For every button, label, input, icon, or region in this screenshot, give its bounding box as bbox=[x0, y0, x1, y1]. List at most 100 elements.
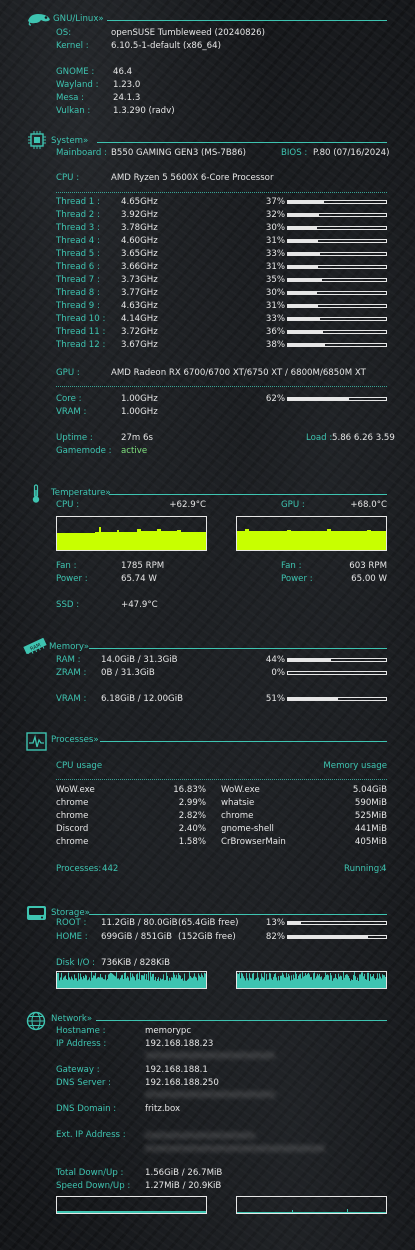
disk-io-activity bbox=[126, 978, 127, 988]
thread-label: Thread 8 : bbox=[56, 288, 100, 298]
disk-io-activity bbox=[241, 972, 242, 988]
thread-bar bbox=[287, 252, 387, 256]
disk-io-activity bbox=[376, 978, 377, 988]
disk-io-activity bbox=[63, 977, 64, 988]
disk-io-activity bbox=[316, 976, 317, 988]
disk-io-activity bbox=[170, 980, 171, 988]
disk-io-label: Disk I/O : bbox=[56, 958, 96, 968]
disk-io-activity bbox=[301, 978, 302, 988]
disk-io-activity bbox=[358, 980, 359, 988]
thread-bar bbox=[287, 291, 387, 295]
disk-io-activity bbox=[101, 977, 102, 988]
thread-percent: 33% bbox=[265, 249, 285, 259]
disk-io-activity bbox=[277, 980, 278, 988]
disk-io-activity bbox=[290, 980, 291, 988]
cpu-usage-header: CPU usage bbox=[56, 761, 103, 771]
disk-io-activity bbox=[115, 976, 116, 988]
thread-bar bbox=[287, 317, 387, 321]
ram-bar bbox=[287, 658, 387, 662]
root-value: 11.2GiB / 80.0GiB bbox=[101, 918, 178, 928]
disk-io-activity bbox=[174, 974, 175, 988]
disk-io-activity bbox=[267, 979, 268, 988]
mesa-label: Mesa : bbox=[56, 93, 85, 103]
disk-io-activity bbox=[340, 975, 341, 988]
vulkan-value: 1.3.290 (radv) bbox=[113, 106, 175, 116]
disk-io-activity bbox=[153, 973, 154, 988]
disk-io-activity bbox=[370, 973, 371, 988]
disk-io-activity bbox=[151, 976, 152, 988]
disk-io-activity bbox=[176, 974, 177, 988]
ext-ip-label: Ext. IP Address : bbox=[56, 1130, 126, 1140]
wayland-value: 1.23.0 bbox=[113, 80, 141, 90]
vram-bar bbox=[287, 697, 387, 701]
disk-io-activity bbox=[117, 978, 118, 988]
disk-io-activity bbox=[76, 978, 77, 988]
disk-io-activity bbox=[205, 973, 206, 988]
disk-io-activity bbox=[249, 973, 250, 988]
disk-io-activity bbox=[99, 977, 100, 988]
disk-io-activity bbox=[344, 977, 345, 988]
disk-io-activity bbox=[182, 978, 183, 988]
home-percent: 82% bbox=[265, 932, 285, 942]
disk-io-activity bbox=[245, 980, 246, 988]
disk-io-activity bbox=[349, 978, 350, 988]
disk-io-activity bbox=[322, 979, 323, 988]
disk-io-activity bbox=[289, 975, 290, 988]
disk-io-activity bbox=[143, 975, 144, 988]
thread-bar-fill bbox=[288, 266, 319, 268]
gateway-value: 192.168.188.1 bbox=[145, 1065, 208, 1075]
thread-percent: 38% bbox=[265, 340, 285, 350]
disk-io-activity bbox=[375, 979, 376, 988]
disk-io-activity bbox=[359, 974, 360, 988]
thread-bar-fill bbox=[288, 201, 325, 203]
disk-io-activity bbox=[270, 973, 271, 988]
disk-io-activity bbox=[379, 973, 380, 988]
gnu-section-title: GNU/Linux» bbox=[53, 14, 104, 24]
thread-label: Thread 11 : bbox=[56, 327, 106, 337]
disk-io-activity bbox=[169, 977, 170, 988]
disk-io-activity bbox=[94, 975, 95, 988]
disk-io-activity bbox=[122, 974, 123, 988]
disk-io-activity bbox=[320, 977, 321, 988]
disk-io-activity bbox=[200, 976, 201, 988]
os-value: openSUSE Tumbleweed (20240826) bbox=[111, 28, 265, 38]
gpu-temp-label: GPU : bbox=[281, 500, 305, 510]
disk-io-activity bbox=[247, 978, 248, 988]
storage-divider bbox=[89, 914, 387, 915]
disk-io-activity bbox=[238, 974, 239, 988]
gpu-power-value: 65.00 W bbox=[351, 574, 387, 584]
disk-io-activity bbox=[138, 979, 139, 988]
disk-io-activity bbox=[179, 974, 180, 988]
disk-io-activity bbox=[65, 975, 66, 988]
hostname-label: Hostname : bbox=[56, 1026, 106, 1036]
disk-io-activity bbox=[313, 973, 314, 988]
dns-domain-value: fritz.box bbox=[145, 1104, 181, 1114]
disk-io-activity bbox=[186, 980, 187, 988]
disk-io-activity bbox=[154, 980, 155, 988]
disk-io-activity bbox=[103, 979, 104, 988]
disk-io-activity bbox=[365, 978, 366, 988]
thread-label: Thread 2 : bbox=[56, 210, 100, 220]
root-percent: 13% bbox=[265, 918, 285, 928]
disk-io-activity bbox=[321, 976, 322, 988]
thread-frequency: 4.63GHz bbox=[121, 301, 158, 311]
disk-io-activity bbox=[252, 973, 253, 988]
disk-io-activity bbox=[85, 974, 86, 988]
disk-io-activity bbox=[148, 972, 149, 988]
disk-io-activity bbox=[105, 974, 106, 988]
disk-io-activity bbox=[204, 972, 205, 988]
ip-label: IP Address : bbox=[56, 1039, 107, 1049]
zram-label: ZRAM : bbox=[56, 668, 87, 678]
ram-label: RAM : bbox=[56, 655, 81, 665]
disk-io-activity bbox=[152, 973, 153, 988]
disk-io-activity bbox=[128, 977, 129, 988]
disk-io-activity bbox=[135, 980, 136, 988]
disk-io-activity bbox=[329, 979, 330, 988]
disk-io-activity bbox=[64, 976, 65, 988]
system-section-title: System» bbox=[51, 136, 89, 146]
cpu-process-name: Discord bbox=[56, 824, 89, 834]
disk-io-activity bbox=[195, 976, 196, 988]
disk-io-activity bbox=[377, 973, 378, 988]
disk-io-activity bbox=[341, 976, 342, 988]
thread-bar bbox=[287, 239, 387, 243]
